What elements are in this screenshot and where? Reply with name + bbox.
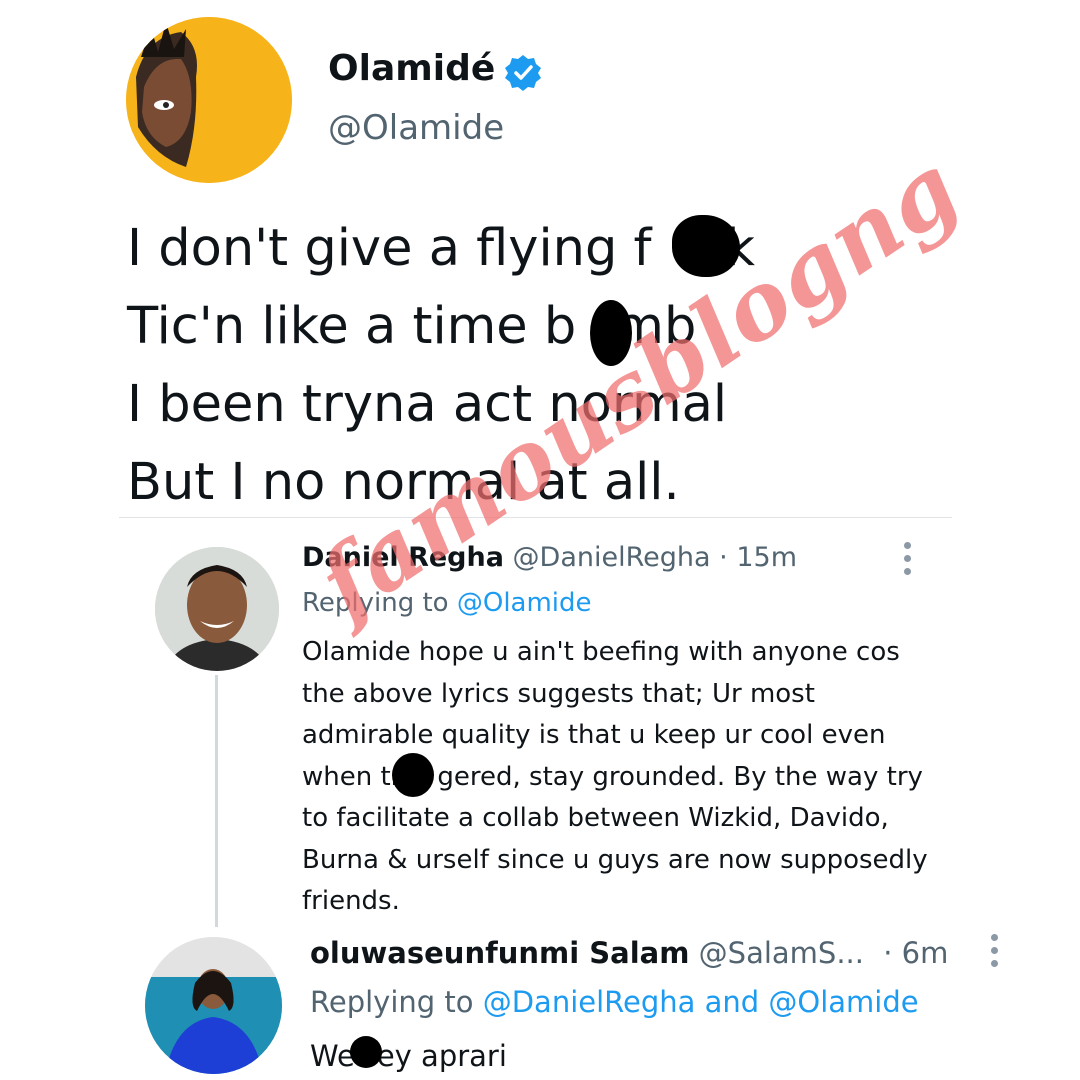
daniel-regha-avatar[interactable] [155, 547, 279, 671]
olamide-avatar[interactable] [126, 17, 292, 183]
reply-header: oluwaseunfunmi Salam @SalamS... · 6m [310, 936, 948, 970]
oluwaseunfunmi-salam-avatar[interactable] [145, 937, 282, 1074]
reply-timestamp[interactable]: · 15m [719, 542, 797, 573]
author-display-name[interactable]: Olamidé [328, 48, 495, 89]
more-options-icon[interactable] [982, 934, 1006, 972]
mention-link[interactable]: @Olamide [457, 588, 592, 618]
reply-text-start: We [310, 1039, 355, 1073]
reply-handle[interactable]: @SalamS... [699, 936, 864, 970]
thread-connector [215, 675, 218, 927]
reply-handle[interactable]: @DanielRegha [513, 542, 711, 573]
reply-text-end: ey aprari [376, 1039, 507, 1073]
tweet-line-1-start: I don't give a flying f [127, 219, 652, 278]
replying-and: and [704, 985, 760, 1019]
censor-blob [350, 1036, 382, 1068]
replying-to: Replying to @DanielRegha and @Olamide [310, 985, 919, 1019]
reply-timestamp[interactable]: · 6m [883, 936, 948, 970]
reply-text: We ey aprari [310, 1039, 507, 1073]
verified-badge-icon [503, 53, 543, 93]
reply-display-name[interactable]: oluwaseunfunmi Salam [310, 936, 689, 970]
mention-link[interactable]: @Olamide [768, 985, 918, 1019]
author-handle[interactable]: @Olamide [328, 108, 504, 148]
censor-blob [392, 753, 434, 797]
tweet-line-2-start: Tic'n like a time b [127, 297, 577, 356]
mention-link[interactable]: @DanielRegha [483, 985, 696, 1019]
more-options-icon[interactable] [895, 542, 919, 578]
replying-prefix: Replying to [310, 985, 474, 1019]
